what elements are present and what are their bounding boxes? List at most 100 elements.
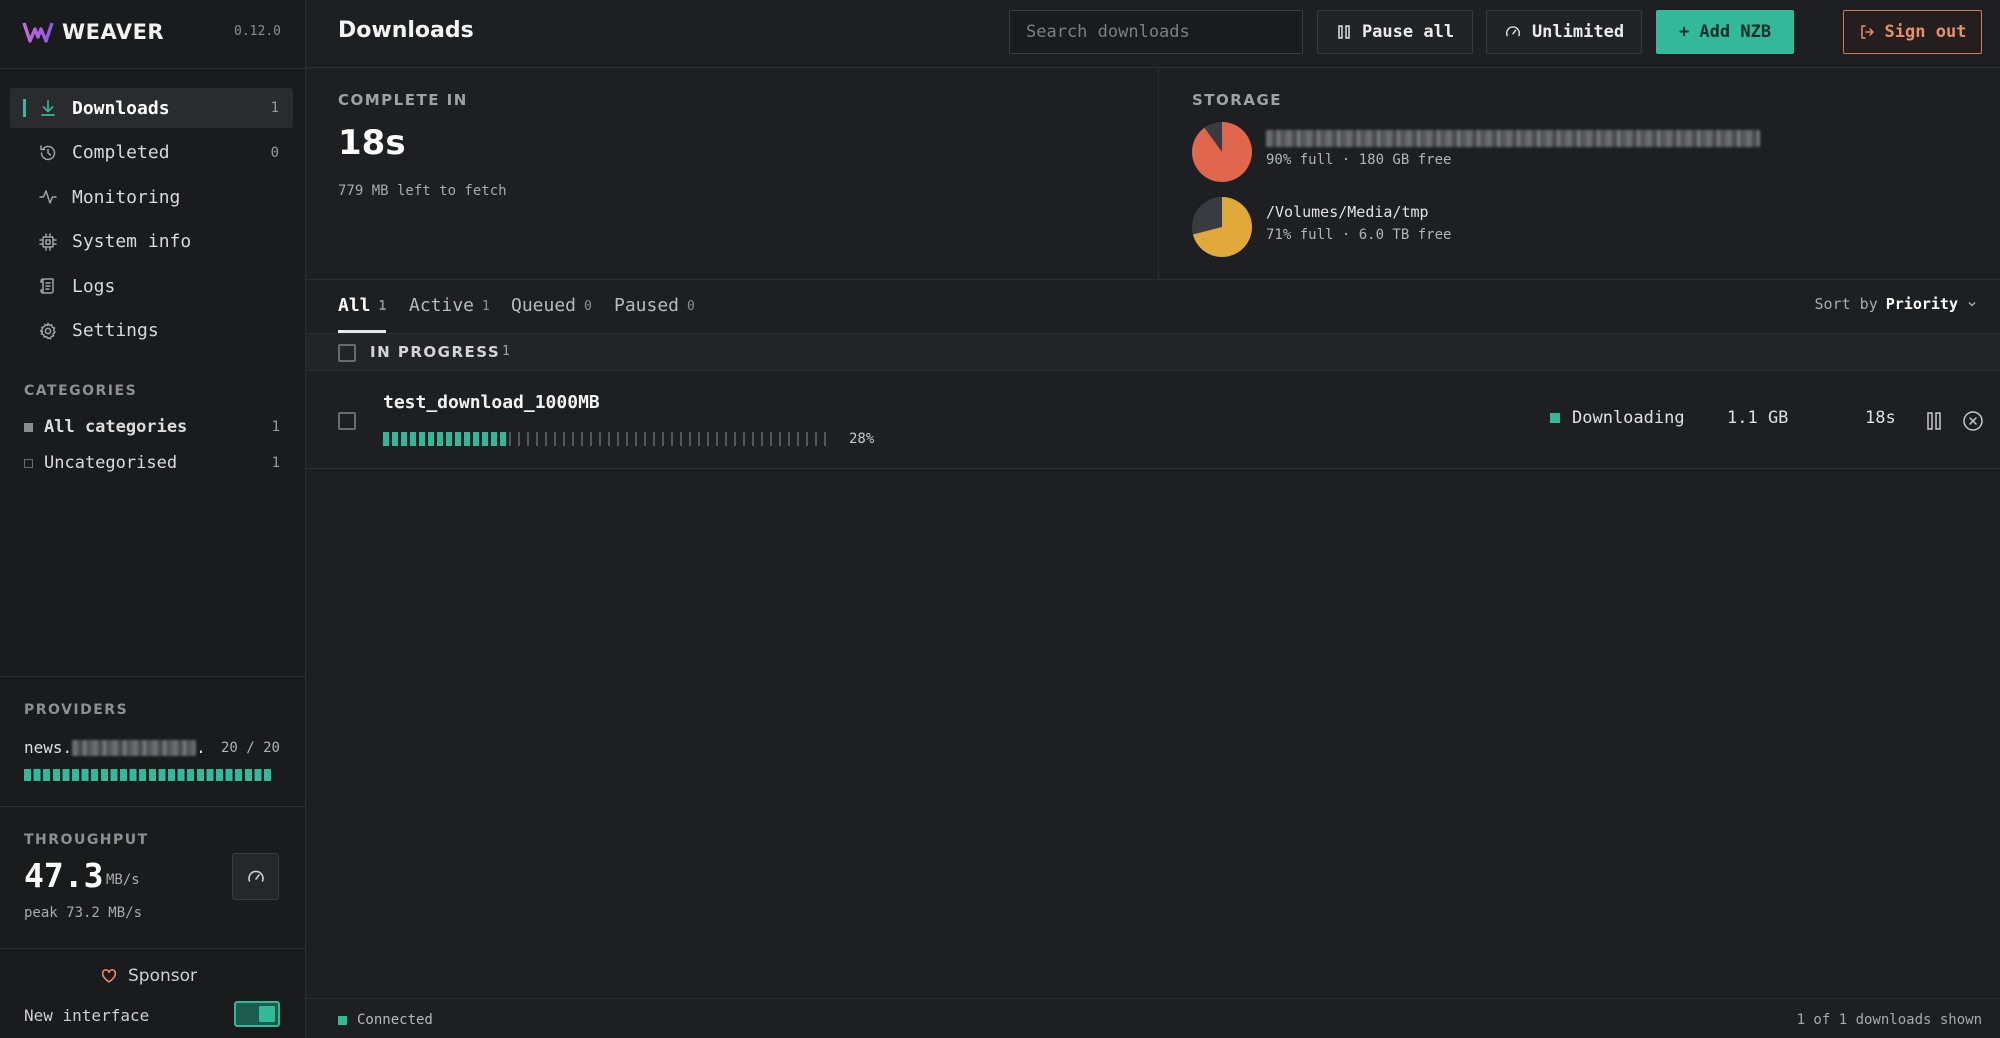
heart-icon (101, 969, 117, 983)
activity-icon (39, 190, 57, 204)
gauge-icon (1505, 26, 1520, 37)
storage-pie (1192, 197, 1252, 257)
tab-label: Queued (511, 295, 577, 316)
divider (0, 948, 305, 949)
nav-count: 0 (270, 144, 279, 161)
download-row[interactable]: test_download_1000MB 28% Downloading 1.1… (306, 372, 2000, 469)
provider-name-suffix: . (196, 738, 206, 757)
category-label: All categories (44, 417, 188, 437)
close-circle-icon (1963, 411, 1983, 431)
remove-download-button[interactable] (1961, 409, 1985, 433)
gear-icon (39, 322, 56, 340)
download-name: test_download_1000MB (383, 392, 600, 413)
category-item-all[interactable]: All categories 1 (24, 414, 280, 440)
tab-count: 1 (482, 299, 490, 314)
connection-label: Connected (357, 1012, 433, 1028)
storage-item: 90% full · 180 GB free (1192, 122, 1892, 182)
category-count: 1 (271, 455, 280, 471)
category-label: Uncategorised (44, 453, 178, 473)
nav-label: Downloads (72, 97, 170, 119)
select-download-checkbox[interactable] (338, 412, 356, 430)
nav-label: System info (72, 231, 192, 253)
download-size: 1.1 GB (1727, 408, 1789, 428)
speed-limit-dropdown[interactable]: Unlimited (1486, 10, 1642, 54)
cpu-chip-icon (39, 233, 57, 251)
speed-limit-label: Unlimited (1531, 22, 1625, 42)
nav-item-downloads[interactable]: Downloads 1 (10, 88, 293, 128)
pause-all-button[interactable]: Pause all (1317, 10, 1473, 54)
category-item-uncategorised[interactable]: Uncategorised 1 (24, 450, 280, 476)
tab-label: Active (409, 295, 475, 316)
page-title: Downloads (338, 18, 474, 43)
gauge-icon (247, 870, 264, 882)
complete-in-value: 18s (338, 123, 406, 163)
provider-usage-bar (24, 769, 271, 781)
provider-name-redacted (72, 739, 197, 756)
speed-limit-button[interactable] (232, 853, 279, 900)
pause-icon (1338, 25, 1350, 39)
tab-count: 0 (687, 299, 695, 314)
sign-out-icon (1860, 25, 1874, 39)
provider-row[interactable]: news. . 20 / 20 (24, 738, 280, 757)
sort-prefix: Sort by (1814, 295, 1878, 313)
tab-paused[interactable]: Paused 0 (614, 295, 695, 333)
throughput-heading: THROUGHPUT (24, 832, 149, 848)
storage-path: /Volumes/Media/tmp (1266, 203, 1429, 221)
tab-active[interactable]: Active 1 (409, 295, 490, 333)
main-nav: Downloads 1 Completed 0 Monitoring Syste… (10, 88, 293, 356)
storage-pie (1192, 122, 1252, 182)
add-nzb-button[interactable]: + Add NZB (1656, 10, 1794, 54)
search-input[interactable] (1009, 10, 1303, 54)
nav-item-settings[interactable]: Settings (10, 311, 293, 351)
add-nzb-label: + Add NZB (1678, 22, 1772, 42)
sign-out-label: Sign out (1884, 22, 1967, 42)
nav-count: 1 (270, 100, 279, 116)
categories-heading: CATEGORIES (24, 383, 138, 399)
app-name: WEAVER (62, 20, 165, 44)
nav-item-logs[interactable]: Logs (10, 266, 293, 306)
download-progress-fill (383, 432, 509, 446)
download-eta: 18s (1865, 408, 1896, 428)
weaver-logo-icon (22, 22, 54, 43)
pause-all-label: Pause all (1361, 22, 1455, 42)
complete-in-heading: COMPLETE IN (338, 91, 468, 109)
downloads-shown-count: 1 of 1 downloads shown (1796, 1012, 1982, 1028)
tab-queued[interactable]: Queued 0 (511, 295, 592, 333)
brand[interactable]: WEAVER (22, 20, 164, 44)
nav-label: Logs (72, 275, 116, 297)
divider (0, 68, 305, 69)
sponsor-link[interactable]: Sponsor (100, 966, 197, 986)
connection-status: Connected (338, 1012, 433, 1028)
category-marker (24, 458, 33, 468)
app-version: 0.12.0 (234, 24, 281, 39)
storage-pie-slice (1192, 122, 1252, 182)
pause-download-button[interactable] (1922, 409, 1946, 433)
pause-icon (1927, 412, 1941, 430)
storage-meta: 90% full · 180 GB free (1266, 152, 1452, 168)
filter-tabs: All 1 Active 1 Queued 0 Paused 0 Sort by… (306, 281, 2000, 333)
tab-all[interactable]: All 1 (338, 295, 387, 333)
group-header-in-progress: IN PROGRESS 1 (306, 333, 2000, 371)
sort-dropdown[interactable]: Sort by Priority (1815, 295, 1978, 313)
toggle-knob (259, 1006, 275, 1022)
tab-count: 0 (584, 299, 592, 314)
sign-out-button[interactable]: Sign out (1843, 10, 1982, 54)
status-label: Downloading (1572, 408, 1685, 428)
group-count: 1 (502, 344, 510, 359)
new-interface-toggle[interactable] (234, 1001, 280, 1027)
download-icon (41, 100, 55, 116)
nav-item-completed[interactable]: Completed 0 (10, 133, 293, 173)
nav-label: Settings (72, 320, 159, 342)
app-root: WEAVER 0.12.0 Downloads 1 Completed 0 Mo… (0, 0, 2000, 1038)
group-label: IN PROGRESS (370, 343, 501, 361)
storage-item: /Volumes/Media/tmp 71% full · 6.0 TB fre… (1192, 197, 1892, 257)
select-group-checkbox[interactable] (338, 344, 356, 362)
nav-item-system-info[interactable]: System info (10, 222, 293, 262)
divider (1158, 69, 1159, 280)
download-status: Downloading (1550, 408, 1685, 428)
provider-name-prefix: news. (24, 738, 73, 757)
divider (0, 806, 305, 807)
category-marker (24, 422, 33, 432)
status-bar: Connected 1 of 1 downloads shown (306, 998, 2000, 1038)
nav-item-monitoring[interactable]: Monitoring (10, 177, 293, 217)
